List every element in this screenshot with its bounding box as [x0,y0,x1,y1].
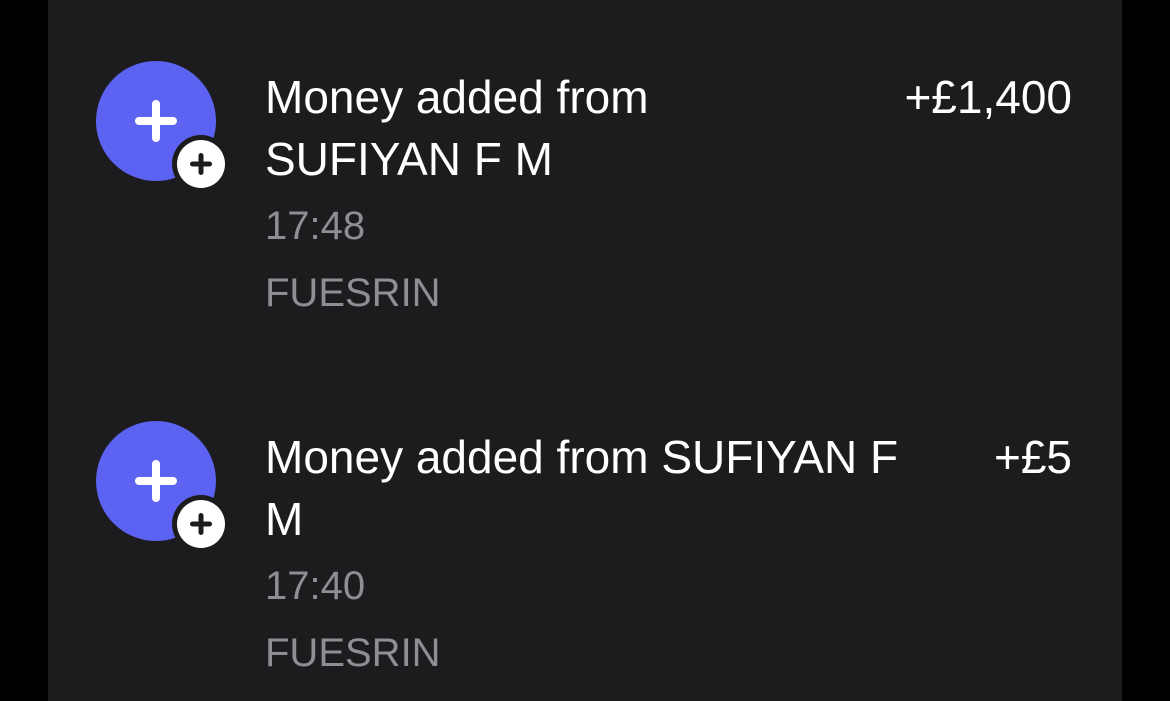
transaction-title: Money added from SUFIYAN F M [265,71,649,185]
transaction-list: Money added from SUFIYAN F M +£1,400 17:… [48,0,1122,701]
transaction-title: Money added from SUFIYAN F M [265,431,899,545]
plus-circle-icon [172,495,230,553]
transaction-reference: FUESRIN [265,631,441,675]
transaction-time: 17:40 [265,564,366,608]
transaction-amount: +£5 [993,431,1072,483]
transaction-item[interactable]: Money added from SUFIYAN F M +£5 17:40 F… [48,360,1122,675]
plus-icon [135,100,177,142]
transaction-time: 17:48 [265,204,366,248]
transaction-item[interactable]: Money added from SUFIYAN F M +£1,400 17:… [48,0,1122,315]
plus-circle-icon [172,135,230,193]
transaction-reference: FUESRIN [265,271,441,315]
plus-icon [135,460,177,502]
transaction-amount: +£1,400 [904,71,1072,123]
